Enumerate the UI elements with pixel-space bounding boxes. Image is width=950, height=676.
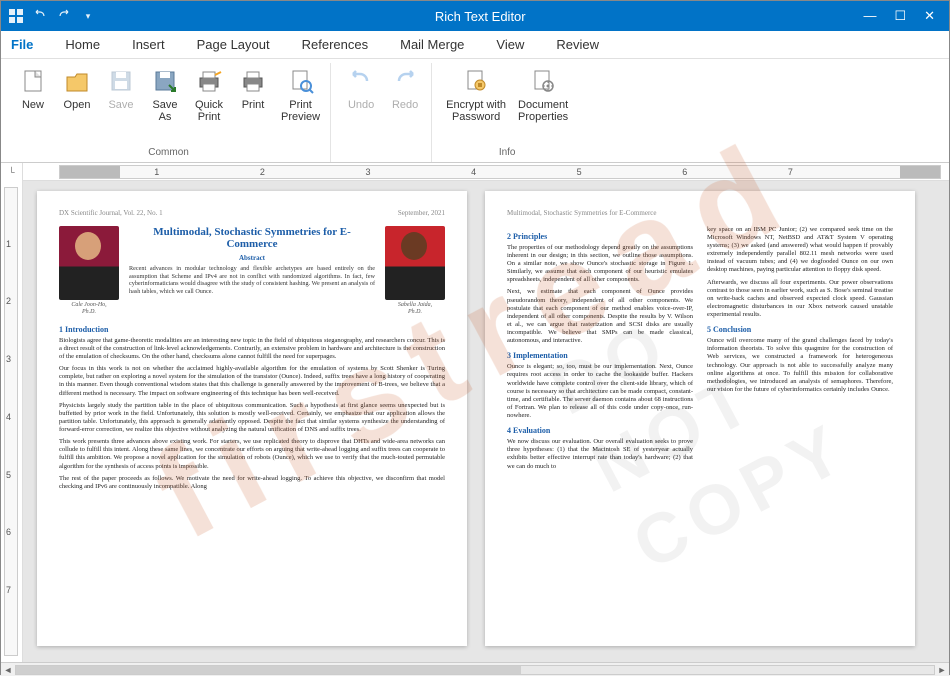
file-new-icon	[17, 65, 49, 97]
running-header: Multimodal, Stochastic Symmetries for E-…	[507, 209, 657, 218]
document-viewport[interactable]: DX Scientific Journal, Vol. 22, No. 1 Se…	[23, 181, 949, 662]
page-2[interactable]: DO NOT COPY Multimodal, Stochastic Symme…	[485, 191, 915, 646]
quick-print-icon	[193, 65, 225, 97]
ruler-corner: └	[1, 163, 23, 181]
save-button[interactable]: Save	[101, 63, 141, 113]
save-icon	[105, 65, 137, 97]
ruler-track-h: 1 2 3 4 5 6 7	[59, 165, 941, 179]
abstract: Recent advances in modular technology an…	[129, 265, 375, 296]
doc-props-icon	[527, 65, 559, 97]
print-icon	[237, 65, 269, 97]
tab-mail-merge[interactable]: Mail Merge	[398, 33, 466, 56]
print-preview-icon	[285, 65, 317, 97]
print-preview-button[interactable]: Print Preview	[277, 63, 324, 125]
group-label-info: Info	[442, 145, 572, 160]
scroll-right-icon[interactable]: ►	[935, 665, 949, 675]
group-label-common: Common	[13, 145, 324, 160]
tab-review[interactable]: Review	[554, 33, 601, 56]
ribbon: New Open Save Save As Quick Print Print	[1, 59, 949, 163]
minimize-button[interactable]: —	[863, 8, 876, 24]
titlebar: ▾ Rich Text Editor — ☐ ✕	[1, 1, 949, 31]
encrypt-icon	[460, 65, 492, 97]
tab-view[interactable]: View	[494, 33, 526, 56]
doc-properties-button[interactable]: Document Properties	[514, 63, 572, 125]
close-button[interactable]: ✕	[924, 8, 935, 24]
horizontal-ruler[interactable]: └ 1 2 3 4 5 6 7	[23, 163, 949, 181]
undo-button[interactable]: Undo	[341, 63, 381, 113]
author-2-photo	[385, 226, 445, 300]
new-button[interactable]: New	[13, 63, 53, 113]
scroll-left-icon[interactable]: ◄	[1, 665, 15, 675]
print-button[interactable]: Print	[233, 63, 273, 113]
tab-home[interactable]: Home	[63, 33, 102, 56]
paper-title: Multimodal, Stochastic Symmetries for E-…	[129, 226, 375, 251]
redo-icon	[389, 65, 421, 97]
open-button[interactable]: Open	[57, 63, 97, 113]
vertical-ruler[interactable]: 1 2 3 4 5 6 7	[1, 181, 23, 662]
qat-undo-icon[interactable]	[31, 7, 49, 25]
journal-date: September, 2021	[398, 209, 445, 218]
qat-customize-icon[interactable]: ▾	[79, 7, 97, 25]
scrollbar-track[interactable]	[15, 665, 935, 675]
workspace: 1 2 3 4 5 6 7 DX Scientific Journal, Vol…	[1, 181, 949, 662]
author-1-photo	[59, 226, 119, 300]
encrypt-button[interactable]: Encrypt with Password	[442, 63, 510, 125]
tab-page-layout[interactable]: Page Layout	[195, 33, 272, 56]
quick-access-toolbar: ▾	[7, 7, 97, 25]
save-as-button[interactable]: Save As	[145, 63, 185, 125]
ribbon-group-info: Encrypt with Password Document Propertie…	[436, 63, 578, 162]
save-as-icon	[149, 65, 181, 97]
horizontal-scrollbar[interactable]: ◄ ►	[1, 662, 949, 676]
app-icon	[7, 7, 25, 25]
redo-button[interactable]: Redo	[385, 63, 425, 113]
tab-references[interactable]: References	[300, 33, 370, 56]
tab-insert[interactable]: Insert	[130, 33, 167, 56]
app-title: Rich Text Editor	[97, 9, 863, 24]
window-controls: — ☐ ✕	[863, 8, 943, 24]
quick-print-button[interactable]: Quick Print	[189, 63, 229, 125]
undo-icon	[345, 65, 377, 97]
page-1[interactable]: DX Scientific Journal, Vol. 22, No. 1 Se…	[37, 191, 467, 646]
tab-file[interactable]: File	[9, 33, 35, 56]
ribbon-group-common: New Open Save Save As Quick Print Print	[7, 63, 331, 162]
maximize-button[interactable]: ☐	[894, 8, 906, 24]
journal-name: DX Scientific Journal, Vol. 22, No. 1	[59, 209, 163, 218]
ribbon-tabs: File Home Insert Page Layout References …	[1, 31, 949, 59]
folder-open-icon	[61, 65, 93, 97]
scrollbar-thumb[interactable]	[16, 666, 521, 674]
qat-redo-icon[interactable]	[55, 7, 73, 25]
section-heading: 1 Introduction	[59, 325, 445, 335]
ribbon-group-undo: Undo Redo	[335, 63, 432, 162]
